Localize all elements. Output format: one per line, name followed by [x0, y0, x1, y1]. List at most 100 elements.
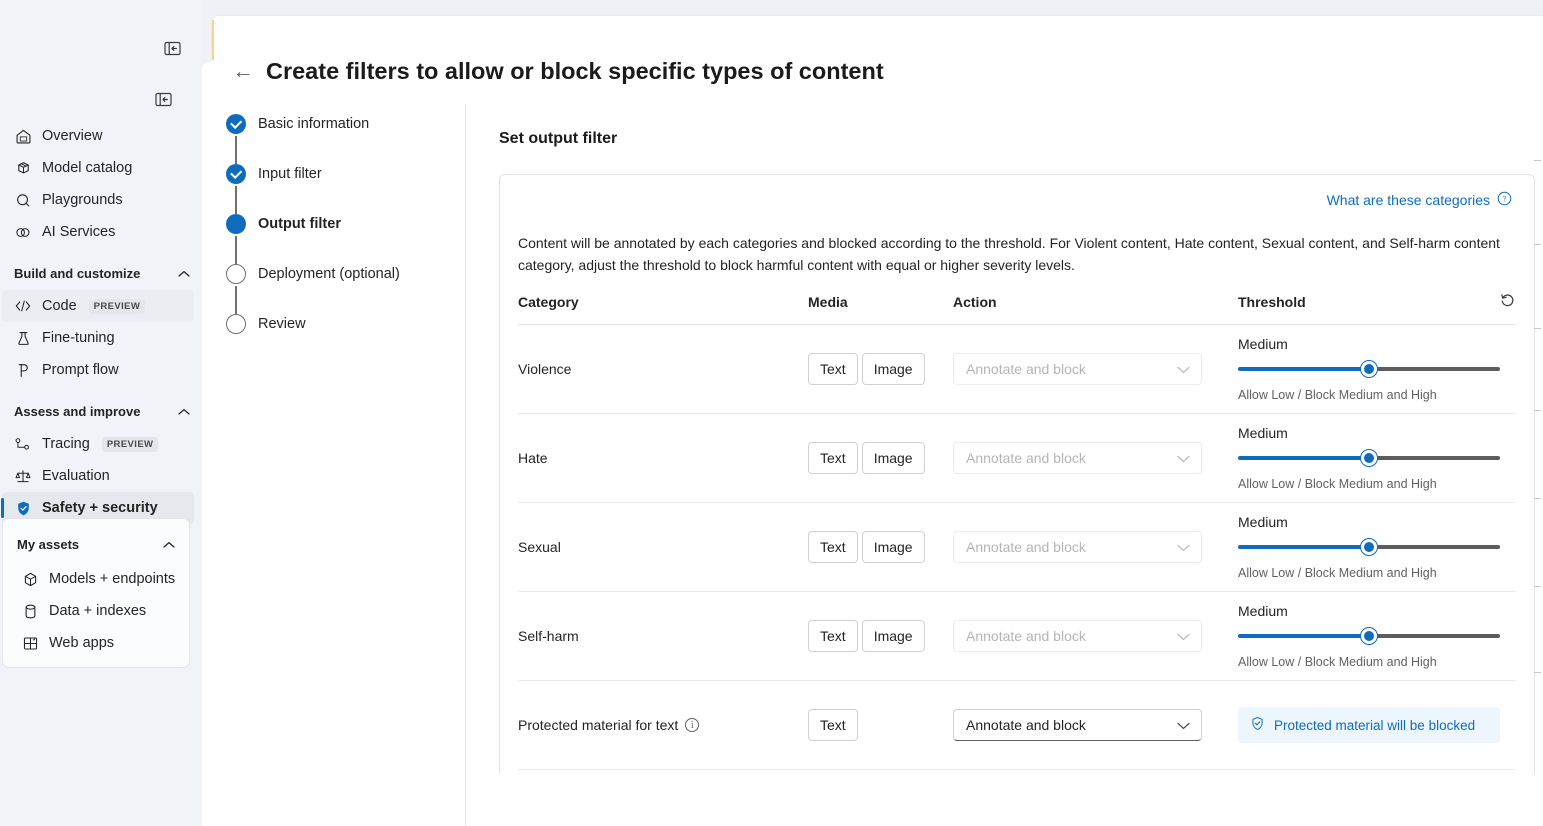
threshold-control: Medium Allow Low / Block Medium and High [1238, 425, 1500, 491]
sidebar-group-build-and-customize[interactable]: Build and customize [14, 258, 190, 288]
slider-track-fill [1238, 545, 1369, 549]
sidebar-item-fine-tuning[interactable]: Fine-tuning [2, 322, 194, 354]
category-name-wrapper: Protected material for text i [518, 717, 808, 733]
left-sidebar: Overview Model catalog Playgrounds AI Se… [0, 0, 202, 826]
table-row: Hate Text Image Annotate and block [518, 414, 1516, 503]
scales-icon [14, 467, 32, 485]
action-dropdown[interactable]: Annotate and block [953, 442, 1202, 474]
card-description: Content will be annotated by each catego… [518, 233, 1516, 276]
chevron-down-icon [1177, 450, 1190, 466]
wizard-step-review[interactable]: Review [226, 304, 465, 354]
sidebar-item-web-apps[interactable]: Web apps [9, 627, 183, 659]
reset-icon[interactable] [1499, 292, 1516, 309]
table-row: Sexual Text Image Annotate and block [518, 503, 1516, 592]
action-dropdown[interactable]: Annotate and block [953, 531, 1202, 563]
threshold-slider[interactable] [1238, 628, 1500, 644]
sidebar-item-label: Data + indexes [49, 603, 146, 619]
wizard-step-label: Deployment (optional) [258, 266, 400, 282]
shield-check-icon [1250, 716, 1265, 734]
threshold-description: Allow Low / Block Medium and High [1238, 655, 1500, 669]
threshold-slider[interactable] [1238, 450, 1500, 466]
slider-thumb[interactable] [1361, 539, 1377, 555]
action-dropdown-value: Annotate and block [966, 717, 1086, 733]
category-name: Self-harm [518, 628, 808, 644]
sidebar-item-label: Model catalog [42, 160, 132, 176]
media-toggle-group: Text Image [808, 442, 953, 474]
slider-thumb[interactable] [1361, 361, 1377, 377]
prompt-flow-icon [14, 361, 32, 379]
threshold-slider[interactable] [1238, 539, 1500, 555]
table-row: Protected material for text i Text Annot [518, 681, 1516, 770]
media-toggle-group: Text [808, 709, 953, 741]
sidebar-item-tracing[interactable]: Tracing PREVIEW [2, 428, 194, 460]
back-arrow-icon[interactable]: ← [232, 61, 254, 82]
sidebar-item-label: Fine-tuning [42, 330, 115, 346]
media-image-button[interactable]: Image [862, 353, 925, 385]
tracing-icon [14, 435, 32, 453]
wizard-step-deployment[interactable]: Deployment (optional) [226, 254, 465, 304]
sidebar-item-label: Prompt flow [42, 362, 119, 378]
threshold-description: Allow Low / Block Medium and High [1238, 477, 1500, 491]
slider-thumb[interactable] [1361, 628, 1377, 644]
sidebar-item-prompt-flow[interactable]: Prompt flow [2, 354, 194, 386]
media-text-button[interactable]: Text [808, 442, 858, 474]
slider-track-rest [1369, 456, 1500, 460]
slider-track-rest [1369, 367, 1500, 371]
sidebar-group-my-assets[interactable]: My assets [17, 529, 175, 559]
sidebar-item-model-catalog[interactable]: Model catalog [2, 152, 194, 184]
sidebar-item-ai-services[interactable]: AI Services [2, 216, 194, 248]
action-dropdown[interactable]: Annotate and block [953, 620, 1202, 652]
status-badge-label: Protected material will be blocked [1274, 718, 1475, 733]
media-image-button[interactable]: Image [862, 442, 925, 474]
sidebar-item-data-indexes[interactable]: Data + indexes [9, 595, 183, 627]
filters-table: Category Media Action Threshold [518, 292, 1516, 770]
wizard-step-input-filter[interactable]: Input filter [226, 154, 465, 204]
threshold-slider[interactable] [1238, 361, 1500, 377]
media-text-button[interactable]: Text [808, 709, 858, 741]
media-text-button[interactable]: Text [808, 531, 858, 563]
sidebar-item-overview[interactable]: Overview [2, 120, 194, 152]
cube-box-icon [14, 159, 32, 177]
panel-collapse-icon-inner[interactable] [152, 89, 174, 109]
chevron-down-icon [1177, 361, 1190, 377]
sidebar-item-label: Overview [42, 128, 102, 144]
wizard-step-label: Basic information [258, 116, 369, 132]
threshold-label: Medium [1238, 603, 1500, 619]
sidebar-item-models-endpoints[interactable]: Models + endpoints [9, 563, 183, 595]
media-image-button[interactable]: Image [862, 531, 925, 563]
sidebar-item-playgrounds[interactable]: Playgrounds [2, 184, 194, 216]
media-text-button[interactable]: Text [808, 353, 858, 385]
table-row: Self-harm Text Image Annotate and block [518, 592, 1516, 681]
sidebar-item-evaluation[interactable]: Evaluation [2, 460, 194, 492]
sidebar-item-code[interactable]: Code PREVIEW [2, 290, 194, 322]
chevron-down-icon [1177, 717, 1190, 733]
sidebar-group-label: My assets [17, 537, 79, 552]
filters-card: What are these categories ? Content will… [499, 174, 1535, 774]
sidebar-item-label: Web apps [49, 635, 114, 651]
output-filter-content: Set output filter What are these categor… [499, 130, 1535, 826]
slider-thumb[interactable] [1361, 450, 1377, 466]
slider-track-rest [1369, 634, 1500, 638]
wizard-step-output-filter[interactable]: Output filter [226, 204, 465, 254]
media-image-button[interactable]: Image [862, 620, 925, 652]
media-text-button[interactable]: Text [808, 620, 858, 652]
action-dropdown[interactable]: Annotate and block [953, 709, 1202, 741]
threshold-label: Medium [1238, 425, 1500, 441]
scrollbar-ticks[interactable] [1533, 160, 1543, 720]
step-check-icon [226, 114, 246, 134]
sidebar-item-label: Code [42, 298, 77, 314]
category-name: Hate [518, 450, 808, 466]
column-header-threshold: Threshold [1238, 292, 1482, 325]
info-icon[interactable]: i [685, 718, 699, 732]
slider-track-fill [1238, 367, 1369, 371]
action-dropdown[interactable]: Annotate and block [953, 353, 1202, 385]
web-apps-icon [21, 634, 39, 652]
sidebar-group-assess-and-improve[interactable]: Assess and improve [14, 396, 190, 426]
home-icon [14, 127, 32, 145]
wizard-step-label: Review [258, 316, 306, 332]
top-band [212, 16, 1543, 62]
panel-collapse-icon-outer[interactable] [161, 38, 183, 58]
column-header-action: Action [953, 292, 1238, 325]
what-are-these-categories-link[interactable]: What are these categories ? [1327, 191, 1512, 209]
wizard-step-basic-information[interactable]: Basic information [226, 104, 465, 154]
